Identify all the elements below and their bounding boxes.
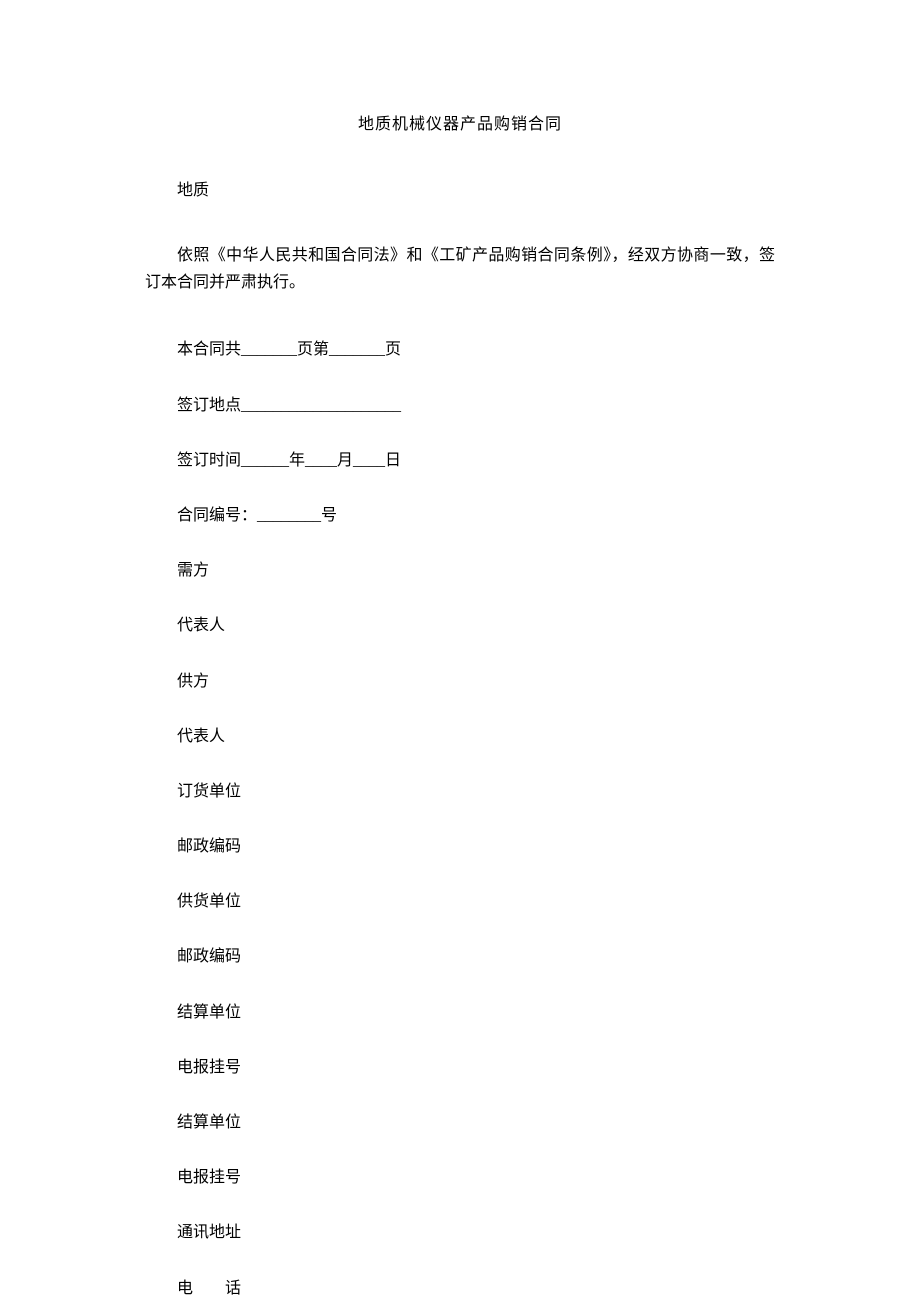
field-supplier: 供方 xyxy=(145,668,775,695)
field-buyer: 需方 xyxy=(145,557,775,584)
field-telegraph-2: 电报挂号 xyxy=(145,1164,775,1191)
field-address: 通讯地址 xyxy=(145,1219,775,1246)
field-postal-code-2: 邮政编码 xyxy=(145,943,775,970)
field-supplier-representative: 代表人 xyxy=(145,723,775,750)
field-ordering-unit: 订货单位 xyxy=(145,778,775,805)
field-settlement-unit-2: 结算单位 xyxy=(145,1109,775,1136)
field-postal-code-1: 邮政编码 xyxy=(145,833,775,860)
field-pages: 本合同共_______页第_______页 xyxy=(145,336,775,363)
field-phone: 电 话 xyxy=(145,1275,775,1302)
field-buyer-representative: 代表人 xyxy=(145,612,775,639)
field-sign-date: 签订时间______年____月____日 xyxy=(145,447,775,474)
field-telegraph-1: 电报挂号 xyxy=(145,1054,775,1081)
document-title: 地质机械仪器产品购销合同 xyxy=(145,110,775,134)
field-supply-unit: 供货单位 xyxy=(145,888,775,915)
field-contract-number: 合同编号：________号 xyxy=(145,502,775,529)
subtitle-line: 地质 xyxy=(145,176,775,200)
field-sign-location: 签订地点____________________ xyxy=(145,392,775,419)
intro-paragraph: 依照《中华人民共和国合同法》和《工矿产品购销合同条例》，经双方协商一致，签订本合… xyxy=(145,242,775,296)
field-settlement-unit-1: 结算单位 xyxy=(145,999,775,1026)
